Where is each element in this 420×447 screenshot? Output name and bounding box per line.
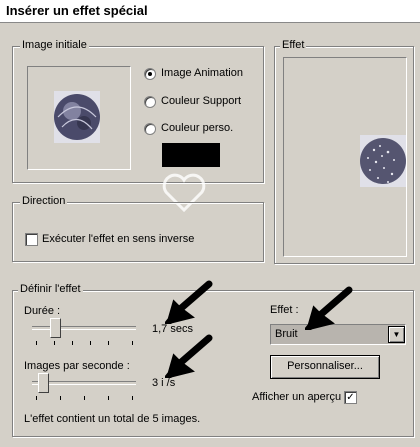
- images-value: 3 i /s: [152, 377, 176, 389]
- duree-label: Durée :: [24, 305, 61, 317]
- checkbox-sens-inverse-label[interactable]: Exécuter l'effet en sens inverse: [42, 233, 194, 245]
- images-tick-3: [108, 396, 109, 400]
- radio-couleur-perso[interactable]: [144, 123, 156, 135]
- duree-tick-4: [108, 341, 109, 345]
- title-bar: Insérer un effet spécial: [0, 0, 420, 23]
- pointer-arrow-icon: [165, 334, 213, 378]
- effet-select-value[interactable]: Bruit: [275, 328, 298, 340]
- color-swatch[interactable]: [162, 143, 220, 167]
- personnaliser-button[interactable]: Personnaliser...: [270, 355, 380, 379]
- effect-preview: [283, 57, 408, 257]
- window-title: Insérer un effet spécial: [6, 3, 148, 18]
- group-definir-legend: Définir l'effet: [18, 283, 83, 295]
- duree-tick-3: [90, 341, 91, 345]
- sphere-image: [54, 91, 100, 143]
- group-image-initiale-legend: Image initiale: [20, 39, 89, 51]
- duree-tick-0: [36, 341, 37, 345]
- images-tick-0: [36, 396, 37, 400]
- images-tick-1: [60, 396, 61, 400]
- radio-image-animation[interactable]: [144, 68, 156, 80]
- duree-slider-track: [32, 326, 136, 330]
- pointer-arrow-icon: [165, 280, 213, 324]
- group-effet-legend: Effet: [280, 39, 307, 51]
- radio-label-couleur-support[interactable]: Couleur Support: [161, 95, 241, 107]
- duree-slider-thumb[interactable]: [50, 318, 61, 338]
- dropdown-arrow-icon[interactable]: ▼: [388, 326, 405, 343]
- duree-tick-5: [132, 341, 133, 345]
- images-par-seconde-label: Images par seconde :: [24, 360, 130, 372]
- check-icon[interactable]: ✓: [344, 391, 357, 404]
- checkbox-sens-inverse[interactable]: [25, 233, 38, 246]
- effect-sphere-image: [360, 135, 408, 187]
- images-tick-2: [84, 396, 85, 400]
- group-direction: [12, 202, 264, 262]
- images-tick-4: [132, 396, 133, 400]
- radio-couleur-support[interactable]: [144, 96, 156, 108]
- initial-image-preview: [27, 66, 131, 170]
- duree-tick-2: [72, 341, 73, 345]
- effet-label: Effet :: [270, 304, 299, 316]
- pointer-arrow-icon: [305, 286, 353, 330]
- group-direction-legend: Direction: [20, 195, 68, 207]
- radio-label-couleur-perso[interactable]: Couleur perso.: [161, 122, 233, 134]
- radio-label-image-animation[interactable]: Image Animation: [161, 67, 243, 79]
- images-slider-thumb[interactable]: [38, 373, 49, 393]
- total-images-text: L'effet contient un total de 5 images.: [24, 413, 201, 425]
- duree-tick-1: [54, 341, 55, 345]
- afficher-apercu-label[interactable]: Afficher un aperçu: [252, 391, 341, 403]
